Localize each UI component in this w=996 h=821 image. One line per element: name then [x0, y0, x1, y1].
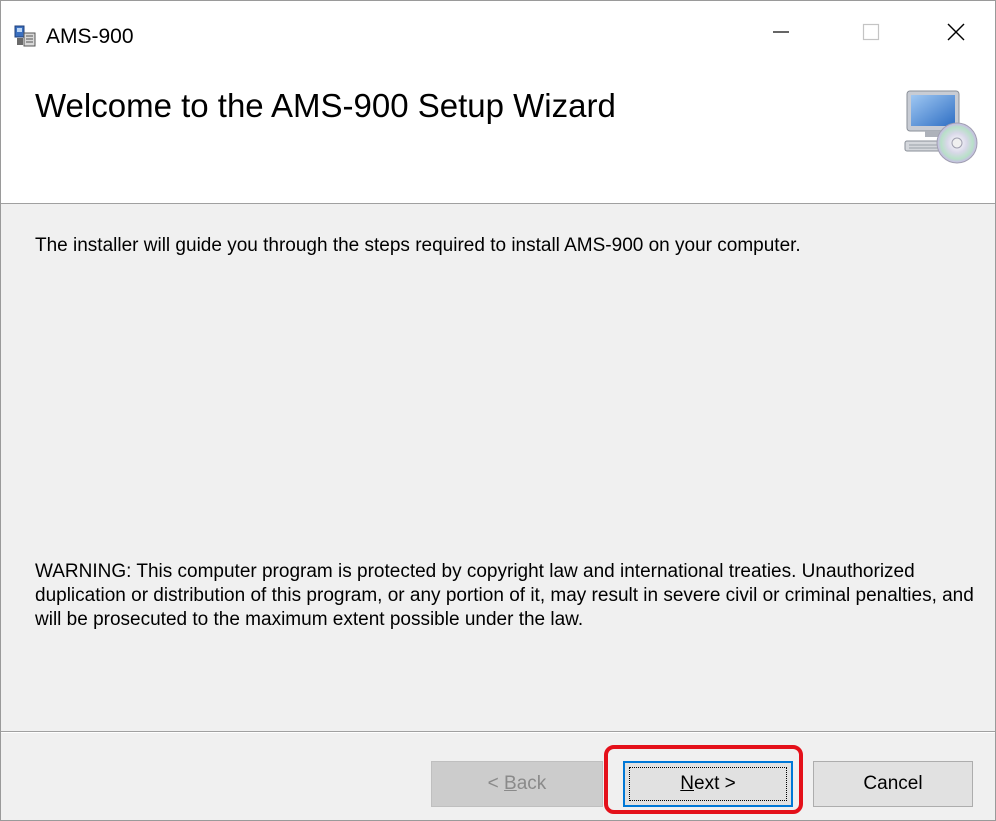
title-bar[interactable]: AMS-900: [1, 1, 995, 67]
close-button[interactable]: [911, 1, 995, 67]
installer-icon: [14, 25, 36, 47]
cancel-button[interactable]: Cancel: [813, 761, 973, 807]
cancel-button-label: Cancel: [863, 773, 923, 794]
footer-divider: [1, 731, 995, 733]
minimize-icon: [771, 22, 791, 47]
window-title: AMS-900: [46, 25, 134, 48]
computer-cd-icon: [901, 87, 981, 167]
banner-title: Welcome to the AMS-900 Setup Wizard: [35, 87, 616, 124]
minimize-button[interactable]: [736, 1, 826, 67]
back-button[interactable]: < Back: [431, 761, 603, 807]
close-icon: [945, 21, 967, 48]
maximize-button[interactable]: [826, 1, 916, 67]
intro-text: The installer will guide you through the…: [35, 235, 801, 256]
wizard-banner: Welcome to the AMS-900 Setup Wizard: [1, 67, 995, 204]
next-button-highlight: [604, 745, 803, 814]
setup-wizard-window: AMS-900 Welcome to the AMS-900 Setup Wiz…: [0, 0, 996, 821]
wizard-content: The installer will guide you through the…: [1, 204, 995, 731]
back-button-label: < Back: [487, 773, 547, 794]
copyright-warning: WARNING: This computer program is protec…: [35, 561, 974, 630]
maximize-icon: [861, 22, 881, 47]
